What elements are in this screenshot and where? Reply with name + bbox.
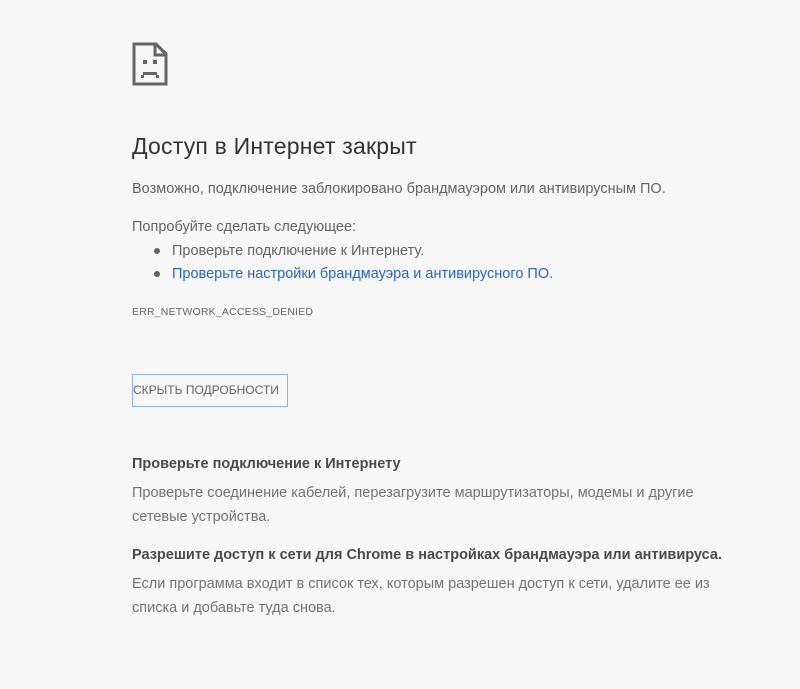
sad-page-icon xyxy=(132,42,168,86)
suggestion-text: Проверьте подключение к Интернету. xyxy=(172,243,425,259)
detail-heading: Разрешите доступ к сети для Chrome в нас… xyxy=(132,547,722,563)
suggestion-item: Проверьте настройки брандмауэра и антиви… xyxy=(132,264,553,287)
firewall-settings-link[interactable]: Проверьте настройки брандмауэра и антиви… xyxy=(172,266,549,282)
page-title: Доступ в Интернет закрыт xyxy=(132,133,417,159)
suggestion-suffix: . xyxy=(549,266,554,282)
error-summary: Возможно, подключение заблокировано бран… xyxy=(132,181,666,197)
detail-body: Проверьте соединение кабелей, перезагруз… xyxy=(132,485,694,525)
suggestion-item: Проверьте подключение к Интернету. xyxy=(132,241,553,264)
hide-details-button[interactable]: СКРЫТЬ ПОДРОБНОСТИ xyxy=(132,374,288,407)
suggestions-heading: Попробуйте сделать следующее: xyxy=(132,219,357,235)
suggestions-list: Проверьте подключение к Интернету. Прове… xyxy=(132,241,553,287)
detail-body: Если программа входит в список тех, кото… xyxy=(132,576,710,616)
bullet-icon xyxy=(154,248,160,254)
detail-heading: Проверьте подключение к Интернету xyxy=(132,456,401,472)
error-code: ERR_NETWORK_ACCESS_DENIED xyxy=(132,306,314,318)
error-page: Доступ в Интернет закрыт Возможно, подкл… xyxy=(0,0,800,689)
bullet-icon xyxy=(154,271,160,277)
